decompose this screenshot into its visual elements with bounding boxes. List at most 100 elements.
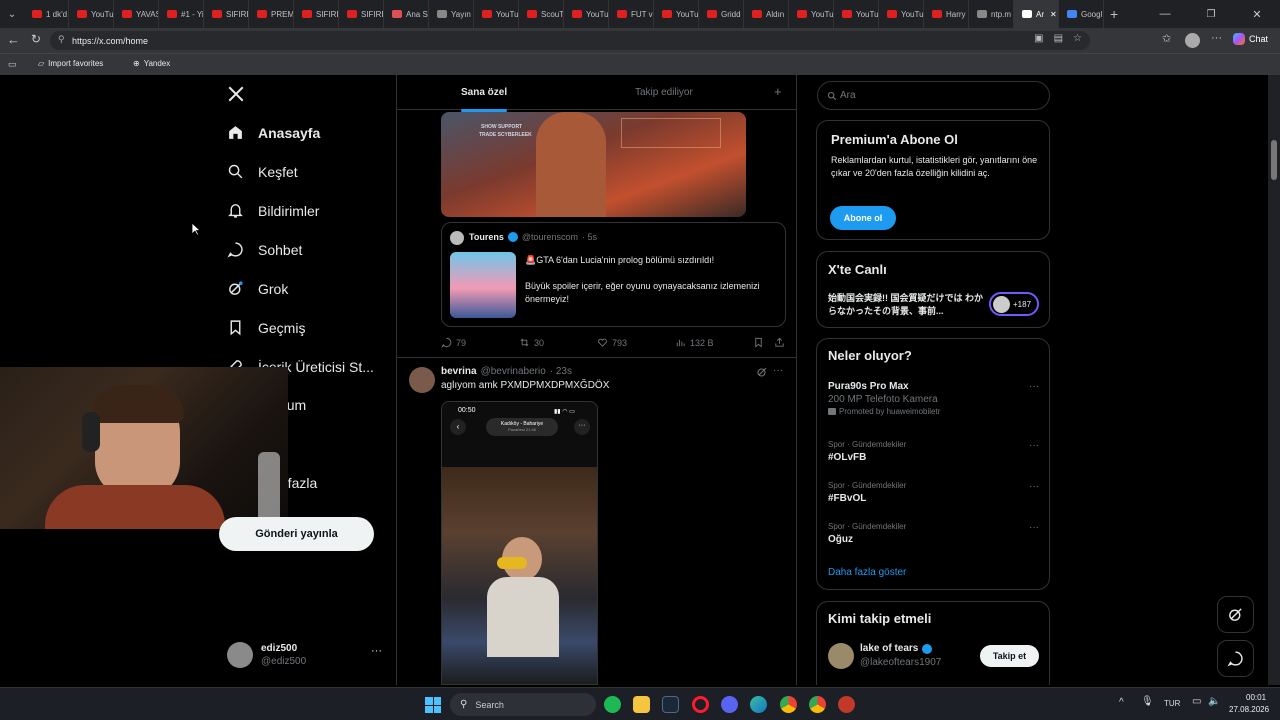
nav-explore[interactable]: Keşfet (227, 163, 298, 180)
post-author-handle[interactable]: @bevrinaberio (481, 366, 546, 377)
live-participants[interactable]: +187 (989, 292, 1039, 316)
show-more-link[interactable]: Daha fazla göster (828, 567, 906, 578)
like-button[interactable]: 793 (597, 337, 627, 348)
reader-icon[interactable]: ▤ (1054, 33, 1063, 44)
discord-icon[interactable] (721, 696, 738, 713)
file-explorer-icon[interactable] (633, 696, 650, 713)
chrome-icon-2[interactable] (809, 696, 826, 713)
nav-bookmarks[interactable]: Geçmiş (227, 319, 305, 336)
profile-avatar[interactable] (1185, 33, 1200, 48)
scrollbar-thumb[interactable] (1271, 140, 1277, 180)
tab-list-icon[interactable]: ▭ (8, 59, 17, 70)
browser-tab[interactable]: FUT vi (609, 0, 654, 28)
browser-tab[interactable]: PREMI (249, 0, 294, 28)
trend-item[interactable]: Spor · Gündemdekiler Oğuz (828, 522, 906, 545)
chrome-icon[interactable] (780, 696, 797, 713)
browser-tab[interactable]: Harry (924, 0, 969, 28)
browser-tab[interactable]: YouTu (789, 0, 834, 28)
browser-tab[interactable]: Yayın (429, 0, 474, 28)
browser-tab[interactable]: Aldın (744, 0, 789, 28)
add-feed-icon[interactable]: + (774, 84, 782, 99)
suggested-avatar[interactable] (828, 643, 854, 669)
grok-explain-icon[interactable] (756, 366, 768, 378)
live-text[interactable]: 始動国会実録!! 国会質疑だけでは わからなかったその背景、事前... (828, 292, 988, 318)
more-menu-icon[interactable]: ··· (1211, 32, 1222, 44)
post-time[interactable]: · 23s (550, 366, 572, 377)
favorites-icon[interactable]: ✩ (1162, 32, 1171, 45)
close-window-icon[interactable]: ✕ (1234, 8, 1280, 21)
trend-more-icon[interactable]: ··· (1029, 440, 1039, 451)
tab-actions-button[interactable]: ⌄ (0, 0, 24, 28)
fav-import[interactable]: ▱ Import favorites (38, 59, 103, 68)
nav-notifications[interactable]: Bildirimler (227, 202, 319, 219)
language-indicator[interactable]: TUR (1164, 699, 1180, 708)
browser-tab[interactable]: Gridd (699, 0, 744, 28)
share-icon[interactable] (774, 337, 785, 348)
browser-tab[interactable]: YAVAŞ (114, 0, 159, 28)
browser-tab[interactable]: YouTu (69, 0, 114, 28)
edge-icon[interactable] (750, 696, 767, 713)
restore-icon[interactable]: ❐ (1188, 9, 1234, 20)
volume-icon[interactable]: 🔈 (1208, 696, 1220, 707)
post-button[interactable]: Gönderi yayınla (219, 517, 374, 551)
post-image[interactable]: SHOW SUPPORT TRADE SCYBERLEEK (441, 112, 746, 217)
spotify-icon[interactable] (604, 696, 621, 713)
opera-icon[interactable] (692, 696, 709, 713)
post-avatar[interactable] (409, 367, 435, 393)
post-screenshot-image[interactable]: 00:50 ▮▮ ◠ ▭ ‹ Kadıköy - Bahariye Pazart… (441, 401, 598, 685)
reply-button[interactable]: 79 (441, 337, 466, 348)
copilot-chat-button[interactable]: Chat (1233, 33, 1268, 45)
trend-more-icon[interactable]: ··· (1029, 522, 1039, 533)
suggested-handle[interactable]: @lakeoftears1907 (860, 657, 941, 668)
repost-button[interactable]: 30 (519, 337, 544, 348)
views-button[interactable]: 132 B (675, 337, 714, 348)
address-input[interactable]: ⚲ https://x.com/home ▣ ▤ ☆ (50, 31, 1090, 50)
nav-grok[interactable]: Grok (227, 280, 288, 297)
tab-close-icon[interactable]: ✕ (1050, 10, 1057, 19)
browser-tab[interactable]: ScouT (519, 0, 564, 28)
browser-tab[interactable]: YouTu (834, 0, 879, 28)
grok-floating-button[interactable] (1217, 596, 1254, 633)
split-screen-icon[interactable]: ▣ (1034, 33, 1043, 44)
browser-tab[interactable]: YouTu (474, 0, 519, 28)
site-info-icon[interactable]: ⚲ (58, 34, 65, 45)
nav-messages[interactable]: Sohbet (227, 241, 302, 258)
nav-home[interactable]: Anasayfa (227, 124, 320, 141)
browser-tab[interactable]: SIFIRD (294, 0, 339, 28)
browser-tab[interactable]: Ar ✕ (1014, 0, 1059, 28)
microphone-icon[interactable]: 🎙 (1141, 696, 1154, 707)
app-icon[interactable] (838, 696, 855, 713)
trend-item[interactable]: Spor · Gündemdekiler #OLvFB (828, 440, 906, 463)
search-box[interactable]: Ara (817, 81, 1050, 110)
tab-following[interactable]: Takip ediliyor (635, 87, 693, 98)
taskbar-search[interactable]: ⚲ Search (450, 693, 596, 716)
browser-tab[interactable]: SIFIRD (204, 0, 249, 28)
follow-button[interactable]: Takip et (980, 645, 1039, 667)
fav-yandex[interactable]: ⊕ Yandex (133, 59, 170, 68)
minimize-icon[interactable]: — (1142, 8, 1188, 20)
clock-date[interactable]: 27.08.2026 (1229, 705, 1269, 714)
quoted-post[interactable]: Tourens @tourenscom · 5s 🚨GTA 6'dan Luci… (441, 222, 786, 327)
trend-more-icon[interactable]: ··· (1029, 381, 1039, 392)
start-button[interactable] (425, 697, 441, 713)
bookmark-action-icon[interactable] (753, 337, 764, 348)
browser-tab[interactable]: 1 dk'd (24, 0, 69, 28)
page-scrollbar[interactable] (1268, 75, 1280, 685)
new-tab-icon[interactable]: + (1110, 6, 1118, 22)
favorite-star-icon[interactable]: ☆ (1073, 33, 1082, 44)
browser-tab[interactable]: SIFIRD (339, 0, 384, 28)
x-logo-icon[interactable] (227, 85, 245, 103)
browser-tab[interactable]: Googl (1059, 0, 1104, 28)
browser-tab[interactable]: #1 - Yi (159, 0, 204, 28)
tray-chevron-icon[interactable]: ^ (1119, 697, 1124, 708)
account-more-icon[interactable]: ··· (371, 645, 382, 657)
tab-for-you[interactable]: Sana özel (461, 87, 507, 112)
suggested-name[interactable]: lake of tears (860, 643, 918, 654)
post-more-icon[interactable]: ··· (773, 365, 783, 376)
trend-more-icon[interactable]: ··· (1029, 481, 1039, 492)
browser-tab[interactable]: YouTu (564, 0, 609, 28)
reload-icon[interactable]: ↻ (31, 32, 41, 46)
browser-tab[interactable]: Ana S (384, 0, 429, 28)
post-author-name[interactable]: bevrina (441, 366, 477, 377)
browser-tab[interactable]: YouTu (654, 0, 699, 28)
